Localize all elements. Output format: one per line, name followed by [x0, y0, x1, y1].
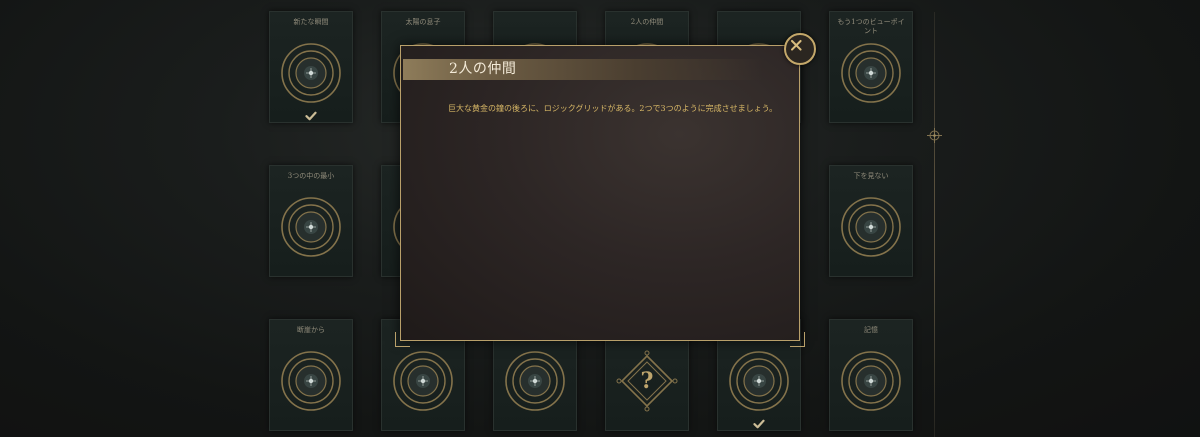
dialog-description: 巨大な黄金の鐘の後ろに、ロジックグリッドがある。2つで3つのように完成させましょ… [448, 104, 778, 113]
puzzle-info-dialog: 2人の仲間 巨大な黄金の鐘の後ろに、ロジックグリッドがある。2つで3つのように完… [395, 45, 805, 347]
dialog-title-bar: 2人の仲間 [403, 59, 763, 80]
dialog-title: 2人の仲間 [449, 61, 517, 77]
close-button[interactable] [784, 33, 816, 65]
corner-ornament [395, 332, 410, 347]
corner-ornament [790, 332, 805, 347]
close-icon [790, 39, 802, 51]
